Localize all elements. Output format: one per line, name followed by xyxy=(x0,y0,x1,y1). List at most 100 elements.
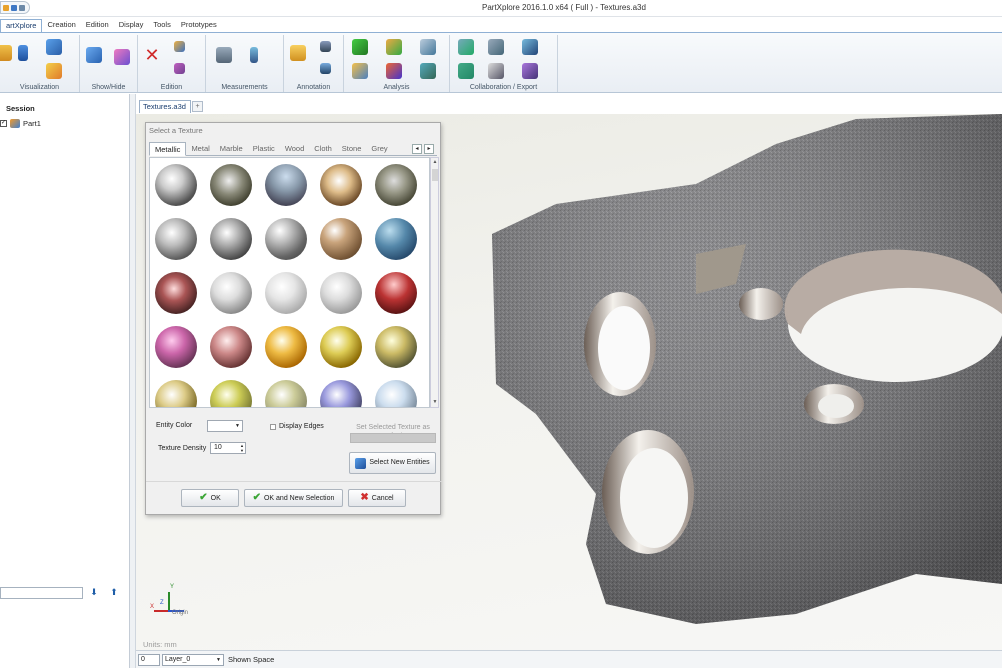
ok-and-new-selection-button[interactable]: ✔ OK and New Selection xyxy=(244,489,343,507)
analysis-tree-icon[interactable] xyxy=(352,39,368,55)
search-down-icon[interactable]: ⬇ xyxy=(88,587,100,599)
cylinder-icon[interactable] xyxy=(18,45,28,61)
image-export-icon[interactable] xyxy=(458,63,474,79)
scroll-up-icon[interactable]: ▲ xyxy=(431,158,439,167)
publish-icon[interactable] xyxy=(522,39,538,55)
tab-marble[interactable]: Marble xyxy=(215,142,248,155)
texture-grid-scrollbar[interactable]: ▲ ▼ xyxy=(430,157,439,408)
tab-grey[interactable]: Grey xyxy=(366,142,392,155)
display-edges-option[interactable]: Display Edges xyxy=(270,423,324,430)
status-index-field[interactable]: 0 xyxy=(138,654,160,666)
quick-access-toolbar[interactable] xyxy=(0,1,30,14)
scroll-thumb[interactable] xyxy=(432,169,438,181)
scroll-down-icon[interactable]: ▼ xyxy=(431,398,439,407)
ok-button[interactable]: ✔ OK xyxy=(181,489,239,507)
texture-swatch[interactable] xyxy=(210,272,252,314)
menu-prototypes[interactable]: Prototypes xyxy=(176,19,222,32)
texture-swatch[interactable] xyxy=(155,326,197,368)
save-as-icon[interactable] xyxy=(11,4,17,11)
tree-search-input[interactable] xyxy=(0,587,83,599)
texture-swatch[interactable] xyxy=(155,164,197,206)
texture-swatch[interactable] xyxy=(155,272,197,314)
menu-display[interactable]: Display xyxy=(114,19,149,32)
tree-item-part1[interactable]: ✓ Part1 xyxy=(0,119,41,128)
texture-swatch[interactable] xyxy=(375,326,417,368)
thickness-icon[interactable] xyxy=(420,63,436,79)
chevron-down-icon: ▼ xyxy=(235,423,240,429)
texture-swatch[interactable] xyxy=(320,218,362,260)
texture-swatch[interactable] xyxy=(210,326,252,368)
delete-icon[interactable]: ✕ xyxy=(144,46,160,64)
texture-swatch[interactable] xyxy=(375,164,417,206)
ribbon-group-measurements: Measurements xyxy=(206,35,284,92)
check-icon: ✔ xyxy=(199,492,208,503)
camera-icon[interactable] xyxy=(488,63,504,79)
tab-scroll-left-icon[interactable]: ◂ xyxy=(412,144,422,154)
pdf-export-icon[interactable] xyxy=(522,63,538,79)
set-default-button[interactable] xyxy=(350,433,436,443)
texture-swatch[interactable] xyxy=(320,272,362,314)
tab-wood[interactable]: Wood xyxy=(280,142,309,155)
texture-swatch[interactable] xyxy=(375,218,417,260)
texture-swatch[interactable] xyxy=(265,218,307,260)
tab-metal[interactable]: Metal xyxy=(186,142,214,155)
document-tab[interactable]: Textures.a3d xyxy=(139,100,191,113)
view-icon[interactable] xyxy=(0,45,12,61)
select-new-entities-button[interactable]: Select New Entities xyxy=(349,452,436,474)
texture-swatch[interactable] xyxy=(375,380,417,407)
tab-metallic[interactable]: Metallic xyxy=(149,142,187,156)
texture-swatch[interactable] xyxy=(210,380,252,407)
probe-icon[interactable] xyxy=(250,47,258,63)
display-edges-checkbox[interactable] xyxy=(270,423,276,430)
tab-plastic[interactable]: Plastic xyxy=(248,142,280,155)
axis-y-label: Y xyxy=(170,584,175,590)
layer-select[interactable]: Layer_0 ▼ xyxy=(162,654,224,666)
tab-stone[interactable]: Stone xyxy=(337,142,367,155)
compare-icon[interactable] xyxy=(420,39,436,55)
texture-swatch[interactable] xyxy=(375,272,417,314)
menu-edition[interactable]: Edition xyxy=(81,19,114,32)
texture-swatch[interactable] xyxy=(155,380,197,407)
paint-icon[interactable] xyxy=(46,63,62,79)
report-icon[interactable] xyxy=(352,63,368,79)
hide-icon[interactable] xyxy=(114,49,130,65)
texture-swatch[interactable] xyxy=(320,326,362,368)
texture-swatch[interactable] xyxy=(320,380,362,407)
share-icon[interactable] xyxy=(458,39,474,55)
draft-icon[interactable] xyxy=(386,63,402,79)
texture-icon[interactable] xyxy=(174,63,185,74)
texture-swatch[interactable] xyxy=(265,380,307,407)
tab-scroll-right-icon[interactable]: ▸ xyxy=(424,144,434,154)
texture-density-input[interactable]: 10 ▲ ▼ xyxy=(210,442,246,454)
layer-select-value: Layer_0 xyxy=(165,656,191,663)
spin-icon[interactable]: ▲ ▼ xyxy=(240,443,244,453)
cube-icon[interactable] xyxy=(46,39,62,55)
save-icon[interactable] xyxy=(3,4,9,11)
menu-partxplore[interactable]: artXplore xyxy=(0,19,43,32)
texture-swatch[interactable] xyxy=(155,218,197,260)
note-icon[interactable] xyxy=(290,45,306,61)
texture-swatch[interactable] xyxy=(210,218,252,260)
visibility-checkbox[interactable]: ✓ xyxy=(0,120,7,127)
menu-tools[interactable]: Tools xyxy=(148,19,176,32)
measure-icon[interactable] xyxy=(216,47,232,63)
text-annotation-icon[interactable] xyxy=(320,63,331,74)
texture-swatch[interactable] xyxy=(265,272,307,314)
cancel-button[interactable]: ✖ Cancel xyxy=(348,489,406,507)
texture-swatch[interactable] xyxy=(265,326,307,368)
menu-creation[interactable]: Creation xyxy=(42,19,80,32)
dimension-icon[interactable] xyxy=(320,41,331,52)
new-tab-icon[interactable]: + xyxy=(192,101,203,112)
ribbon-group-label: Annotation xyxy=(296,84,331,91)
export-icon[interactable] xyxy=(488,39,504,55)
section-icon[interactable] xyxy=(386,39,402,55)
texture-swatch[interactable] xyxy=(320,164,362,206)
color-icon[interactable] xyxy=(174,41,185,52)
show-icon[interactable] xyxy=(86,47,102,63)
texture-swatch[interactable] xyxy=(265,164,307,206)
print-icon[interactable] xyxy=(19,4,25,11)
texture-swatch[interactable] xyxy=(210,164,252,206)
entity-color-picker[interactable]: ▼ xyxy=(207,420,243,432)
search-up-icon[interactable]: ⬆ xyxy=(108,587,120,599)
tab-cloth[interactable]: Cloth xyxy=(309,142,337,155)
